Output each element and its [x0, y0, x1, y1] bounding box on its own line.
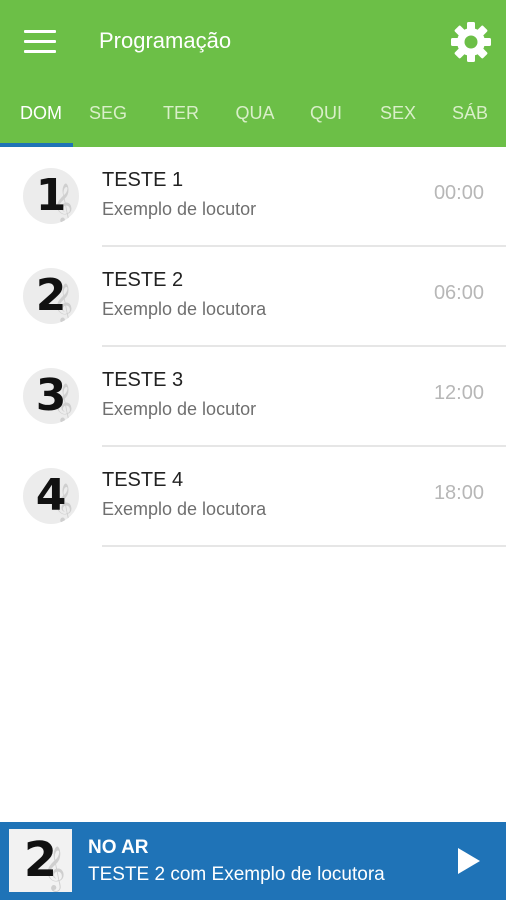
on-air-label: NO AR: [88, 837, 149, 858]
tab-sex[interactable]: SEX: [362, 94, 434, 147]
program-avatar: 𝄞 1: [23, 168, 79, 224]
day-tabs: DOM SEG TER QUA QUI SEX SÁB: [0, 94, 506, 147]
program-time: 18:00: [433, 482, 484, 504]
now-playing-track: TESTE 2 com Exemplo de locutora: [88, 864, 385, 885]
schedule-item[interactable]: 𝄞 3 TESTE 3 Exemplo de locutor 12:00: [0, 347, 506, 447]
program-avatar: 𝄞 3: [23, 368, 79, 424]
now-playing-avatar: 𝄞 2: [9, 829, 72, 892]
program-host: Exemplo de locutora: [102, 299, 267, 319]
program-host: Exemplo de locutor: [102, 399, 257, 419]
app-bar: Programação DOM SEG TER QUA QUI SEX SÁB: [0, 0, 506, 147]
tab-dom[interactable]: DOM: [0, 94, 82, 147]
tab-sab[interactable]: SÁB: [434, 94, 506, 147]
schedule-item[interactable]: 𝄞 1 TESTE 1 Exemplo de locutor 00:00: [0, 147, 506, 247]
program-avatar: 𝄞 4: [23, 468, 79, 524]
program-time: 06:00: [433, 282, 484, 304]
page-title: Programação: [99, 28, 232, 53]
schedule-item[interactable]: 𝄞 2 TESTE 2 Exemplo de locutora 06:00: [0, 247, 506, 347]
schedule-list: 𝄞 1 TESTE 1 Exemplo de locutor 00:00 𝄞 2…: [0, 147, 506, 547]
program-time: 00:00: [433, 182, 484, 204]
program-host: Exemplo de locutora: [102, 499, 267, 519]
program-title: TESTE 3: [102, 369, 184, 391]
menu-icon[interactable]: [24, 30, 56, 54]
play-icon[interactable]: [452, 842, 488, 880]
program-title: TESTE 2: [102, 269, 184, 291]
tab-qua[interactable]: QUA: [219, 94, 291, 147]
tab-qui[interactable]: QUI: [290, 94, 362, 147]
program-host: Exemplo de locutor: [102, 199, 257, 219]
gear-icon[interactable]: [450, 21, 492, 63]
program-avatar: 𝄞 2: [23, 268, 79, 324]
program-title: TESTE 1: [102, 169, 184, 191]
program-title: TESTE 4: [102, 469, 184, 491]
now-playing-bar[interactable]: 𝄞 2 NO AR TESTE 2 com Exemplo de locutor…: [0, 822, 506, 900]
program-time: 12:00: [433, 382, 484, 404]
tab-seg[interactable]: SEG: [72, 94, 144, 147]
tab-ter[interactable]: TER: [145, 94, 217, 147]
divider: [102, 545, 506, 547]
schedule-item[interactable]: 𝄞 4 TESTE 4 Exemplo de locutora 18:00: [0, 447, 506, 547]
